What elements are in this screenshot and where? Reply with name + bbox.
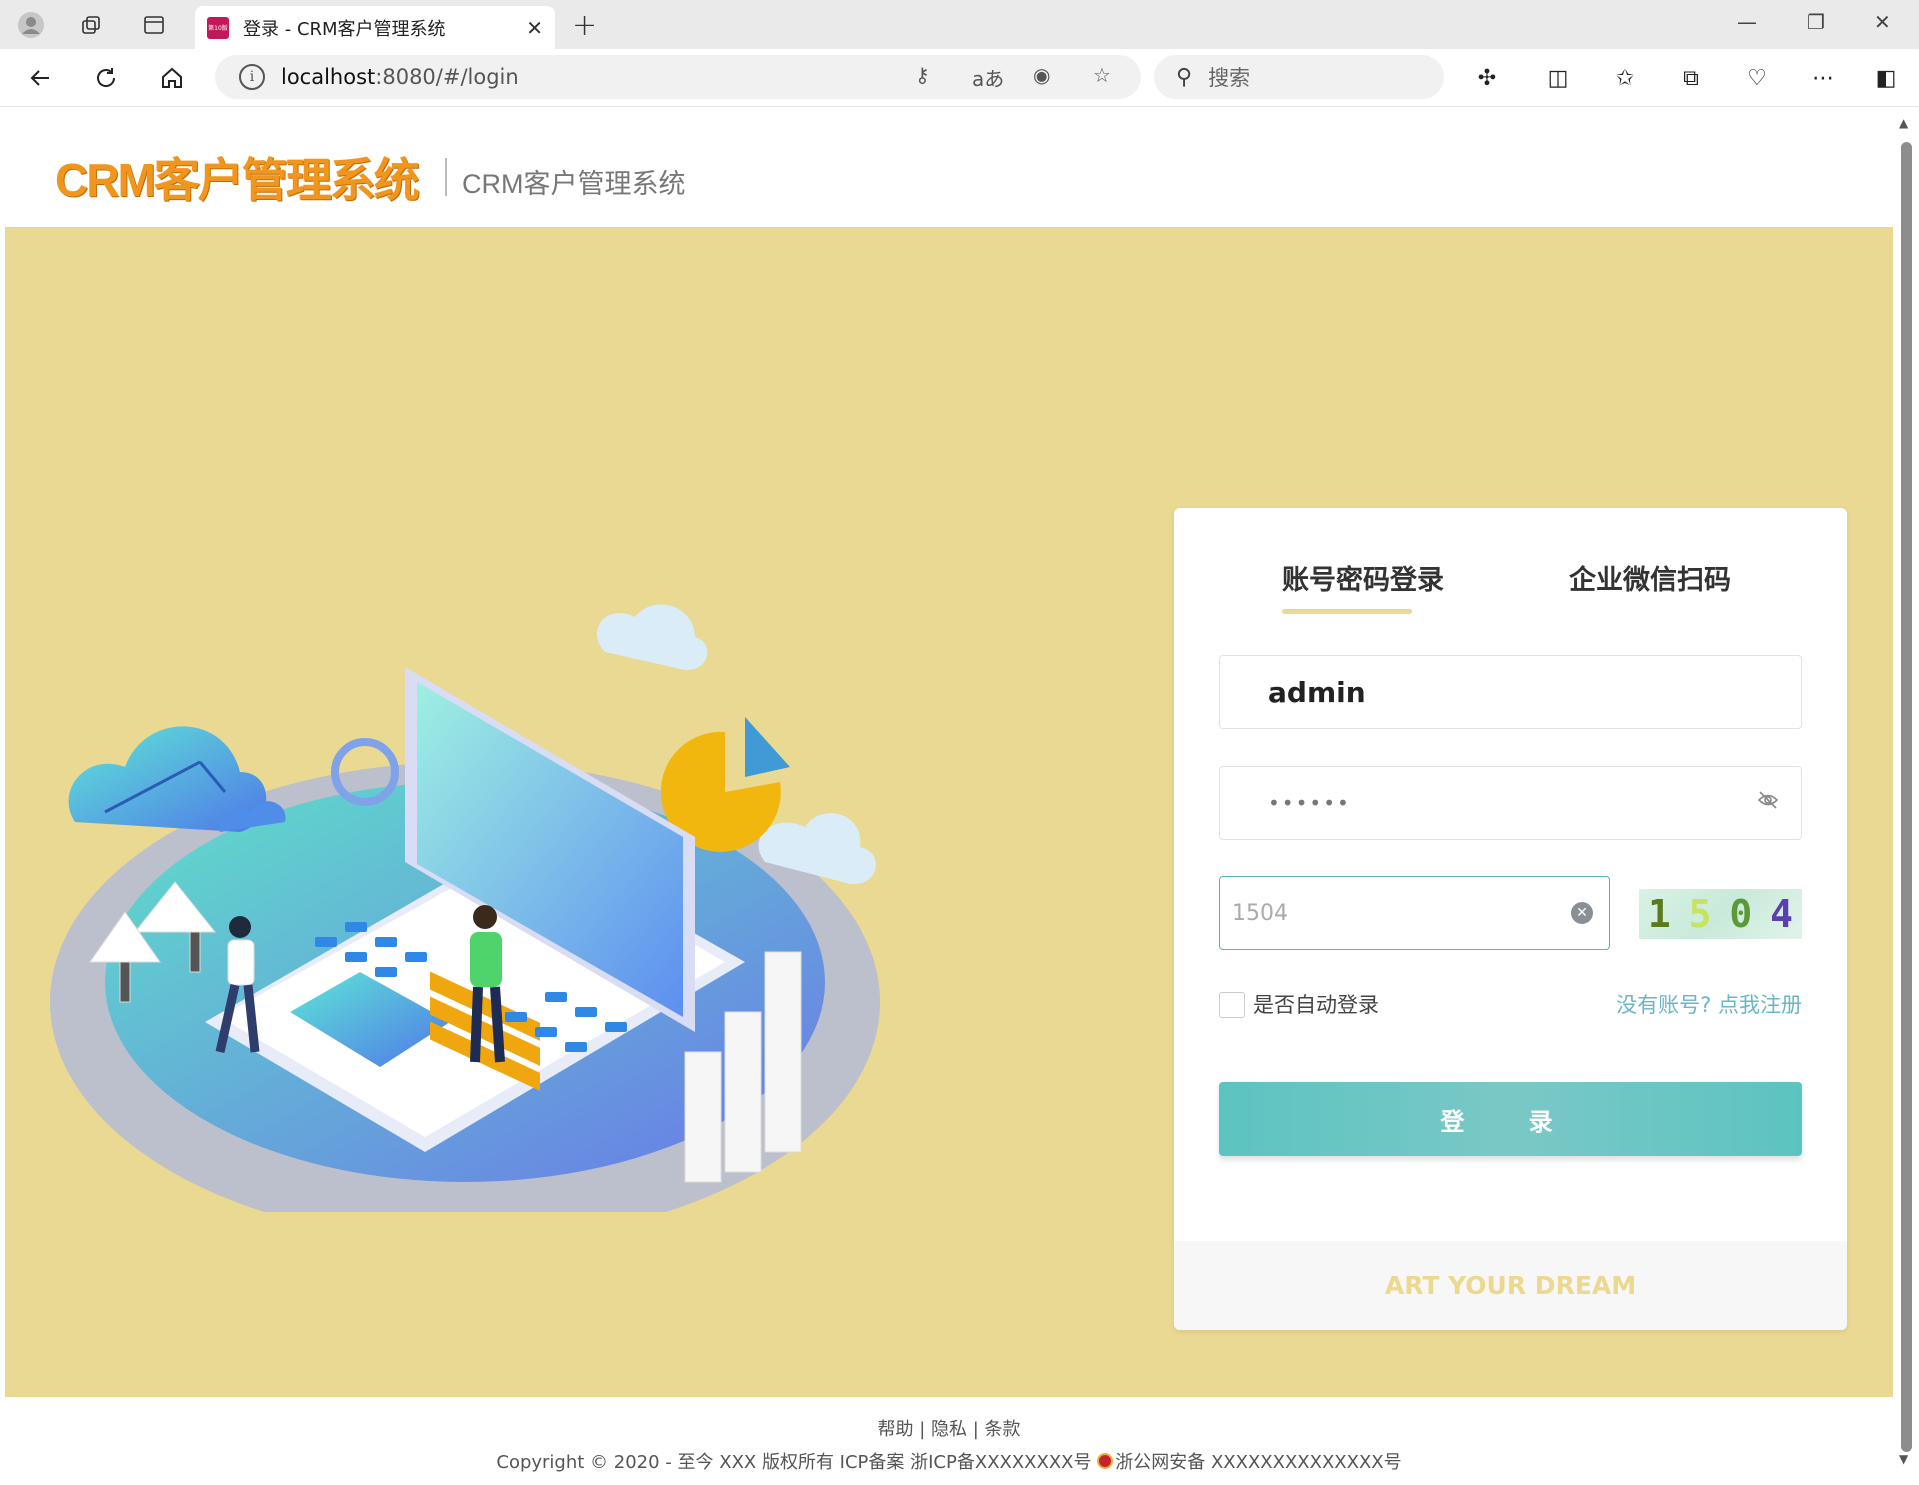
- page: CRM客户管理系统 CRM客户管理系统 账号密码登录 企业微信扫码 admin …: [5, 108, 1893, 1485]
- register-link[interactable]: 没有账号? 点我注册: [1616, 989, 1802, 1019]
- scroll-thumb[interactable]: [1901, 142, 1912, 1452]
- login-card: 账号密码登录 企业微信扫码 admin •••••• 1504 ✕ 1 5 0 …: [1174, 508, 1847, 1330]
- captcha-image[interactable]: 1 5 0 4: [1639, 889, 1802, 939]
- username-field[interactable]: admin: [1219, 655, 1802, 729]
- card-slogan: ART YOUR DREAM: [1174, 1241, 1847, 1330]
- page-footer: 帮助 | 隐私 | 条款 Copyright © 2020 - 至今 XXX 版…: [5, 1397, 1893, 1485]
- captcha-char: 1: [1647, 892, 1671, 936]
- new-tab-icon[interactable]: +: [572, 8, 597, 43]
- toggle-password-visibility-icon[interactable]: [1757, 789, 1779, 816]
- refresh-icon[interactable]: [88, 60, 124, 96]
- workspaces-icon[interactable]: [74, 8, 108, 42]
- captcha-input-value: 1504: [1232, 900, 1288, 926]
- captcha-input[interactable]: 1504 ✕: [1219, 876, 1610, 950]
- footer-links[interactable]: 帮助 | 隐私 | 条款: [5, 1415, 1893, 1441]
- password-field[interactable]: ••••••: [1219, 766, 1802, 840]
- auto-login-label[interactable]: 是否自动登录: [1253, 989, 1379, 1019]
- translate-icon[interactable]: aあ: [972, 63, 1004, 92]
- browser-tab-bar: 第10版 登录 - CRM客户管理系统 ✕ + — ❐ ✕: [0, 0, 1919, 49]
- search-box[interactable]: ⚲ 搜索: [1154, 55, 1444, 99]
- close-tab-icon[interactable]: ✕: [526, 16, 543, 40]
- tab-account-login[interactable]: 账号密码登录: [1282, 558, 1444, 597]
- search-placeholder: 搜索: [1208, 66, 1251, 90]
- copyright: Copyright © 2020 - 至今 XXX 版权所有 ICP备案 浙IC…: [5, 1448, 1893, 1474]
- captcha-char: 4: [1770, 892, 1794, 936]
- login-button[interactable]: 登 录: [1219, 1082, 1802, 1156]
- captcha-char: 0: [1729, 892, 1753, 936]
- favorites-icon[interactable]: ✩: [1607, 60, 1643, 96]
- restore-icon[interactable]: ❐: [1807, 10, 1825, 34]
- cloud-top: [596, 604, 708, 671]
- favorite-star-icon[interactable]: ☆: [1093, 63, 1111, 87]
- url-path: :8080/#/login: [375, 65, 519, 89]
- split-screen-icon[interactable]: ◫: [1540, 60, 1576, 96]
- back-icon[interactable]: [22, 60, 58, 96]
- url-host: localhost: [281, 65, 376, 89]
- more-icon[interactable]: ⋯: [1805, 60, 1841, 96]
- captcha-char: 5: [1688, 892, 1712, 936]
- tab-actions-icon[interactable]: [137, 8, 171, 42]
- auto-login-checkbox[interactable]: [1219, 992, 1245, 1018]
- search-icon: ⚲: [1176, 64, 1193, 90]
- copyright-text: Copyright © 2020 - 至今 XXX 版权所有 ICP备案 浙IC…: [496, 1452, 1092, 1473]
- username-value: admin: [1268, 675, 1366, 709]
- collections-icon[interactable]: ⧉: [1673, 60, 1709, 96]
- public-security-record[interactable]: 浙公网安备 XXXXXXXXXXXXXX号: [1115, 1452, 1401, 1473]
- minimize-icon[interactable]: —: [1737, 10, 1757, 34]
- active-tab-indicator: [1282, 609, 1412, 614]
- home-icon[interactable]: [154, 60, 190, 96]
- password-value: ••••••: [1268, 791, 1351, 815]
- police-badge-icon: [1097, 1453, 1114, 1469]
- tab-wechat-scan[interactable]: 企业微信扫码: [1569, 558, 1731, 597]
- favicon: 第10版: [207, 16, 229, 39]
- key-icon[interactable]: ⚷: [915, 63, 930, 87]
- scroll-down-icon[interactable]: ▼: [1899, 1452, 1908, 1466]
- header-divider: [445, 158, 447, 196]
- vertical-scrollbar[interactable]: ▲ ▼: [1893, 108, 1919, 1485]
- tab-title: 登录 - CRM客户管理系统: [243, 18, 446, 40]
- browser-toolbar: i localhost:8080/#/login ⚷ aあ ◉ ☆ ⚲ 搜索 ✣…: [0, 49, 1919, 107]
- edge-icon[interactable]: ◉: [1033, 63, 1050, 87]
- profile-icon[interactable]: [14, 8, 48, 42]
- sidebar-icon[interactable]: ◧: [1868, 60, 1904, 96]
- site-subtitle: CRM客户管理系统: [462, 169, 686, 199]
- clear-input-icon[interactable]: ✕: [1571, 902, 1593, 924]
- login-background: 账号密码登录 企业微信扫码 admin •••••• 1504 ✕ 1 5 0 …: [5, 227, 1893, 1397]
- extensions-icon[interactable]: ✣: [1469, 60, 1505, 96]
- browser-essentials-icon[interactable]: ♡: [1739, 60, 1775, 96]
- logo[interactable]: CRM客户管理系统: [55, 144, 420, 210]
- laptop-illustration: [50, 604, 880, 1212]
- close-window-icon[interactable]: ✕: [1874, 10, 1891, 34]
- site-header: CRM客户管理系统 CRM客户管理系统: [5, 108, 1893, 227]
- tab-login[interactable]: 第10版 登录 - CRM客户管理系统 ✕: [195, 6, 555, 49]
- address-bar[interactable]: i localhost:8080/#/login ⚷ aあ ◉ ☆: [215, 55, 1141, 99]
- site-info-icon[interactable]: i: [239, 64, 265, 90]
- scroll-up-icon[interactable]: ▲: [1899, 116, 1908, 130]
